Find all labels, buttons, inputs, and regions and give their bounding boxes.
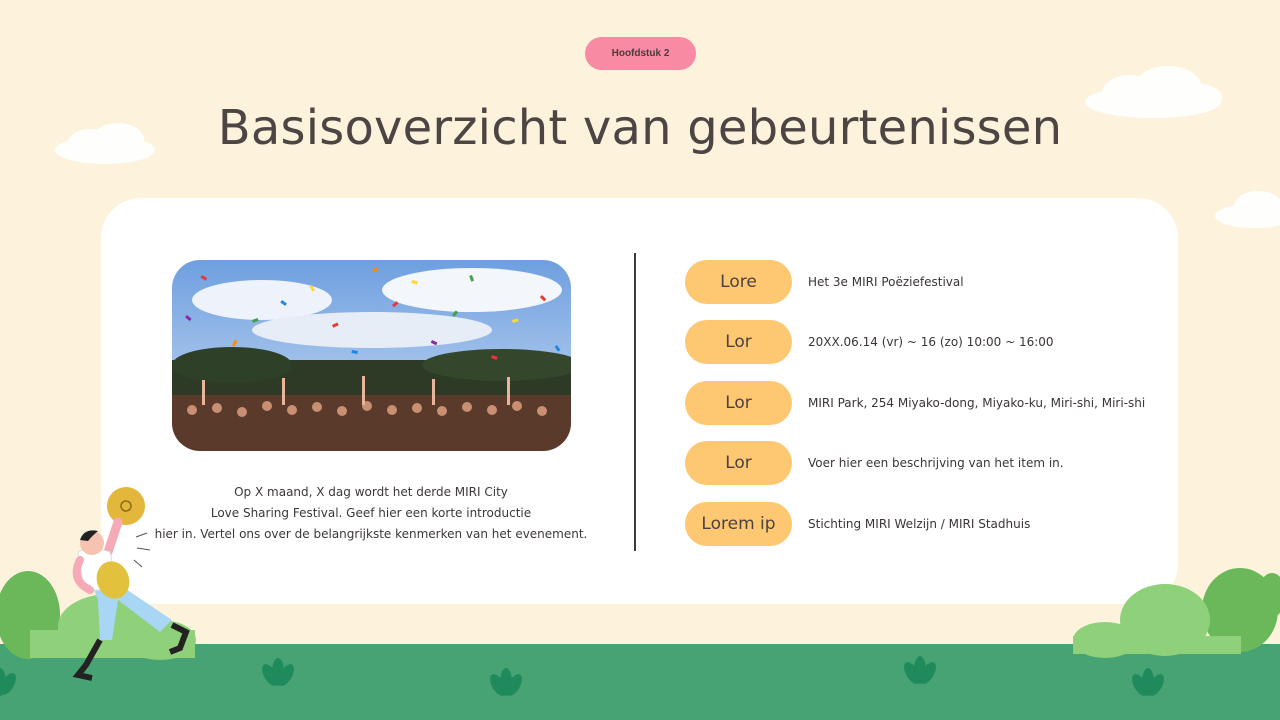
foreground-decor [0,487,1280,696]
sprout-icon [1132,668,1164,696]
sprout-icon [262,658,294,686]
bush-icon [1073,568,1280,658]
sprout-icon [490,668,522,696]
sprout-icon [904,656,936,684]
sprout-icon [0,668,16,696]
